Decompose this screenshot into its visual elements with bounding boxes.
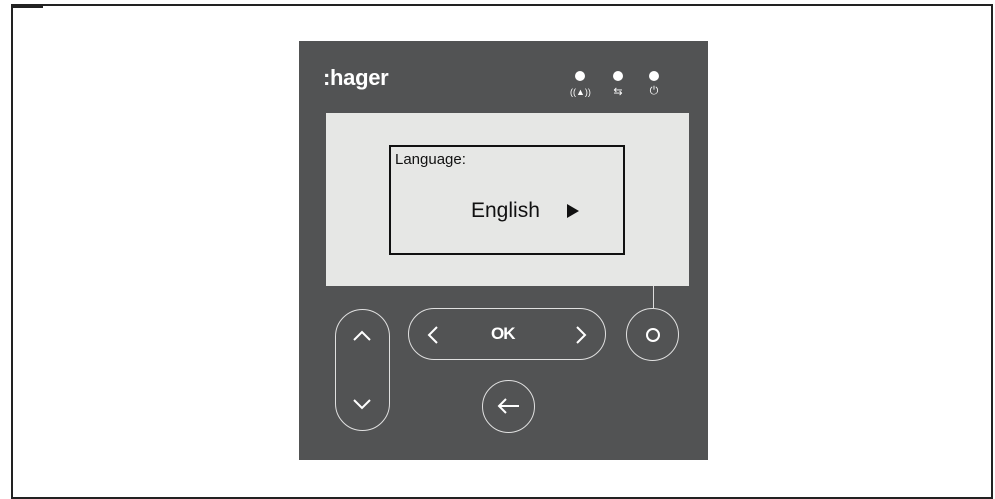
power-led [649,71,659,81]
back-button[interactable] [482,380,535,433]
chevron-down-icon[interactable] [352,398,372,412]
language-label: Language: [395,151,466,168]
lcd-window: Language: English [389,145,625,255]
chevron-up-icon[interactable] [352,328,372,342]
right-arrow-icon [567,204,579,218]
back-arrow-icon [497,398,519,414]
chevron-left-icon[interactable] [426,325,440,345]
alarm-icon: ((▲)) [570,87,591,97]
up-down-button[interactable] [335,309,390,431]
chevron-right-icon[interactable] [574,325,588,345]
frame-corner [13,6,43,8]
device-panel: :hager ((▲)) ⇆ ⏻ Language: English OK [299,41,708,460]
language-value: English [471,199,540,222]
power-icon: ⏻ [649,85,659,97]
communication-icon: ⇆ [613,86,623,98]
menu-connector-line [653,286,654,308]
circle-icon [646,328,660,342]
communication-led [613,71,623,81]
display-screen: Language: English [326,113,689,286]
navigation-bar[interactable]: OK [408,308,606,360]
menu-button[interactable] [626,308,679,361]
brand-logo: :hager [323,65,389,90]
alarm-led [575,71,585,81]
ok-button[interactable]: OK [491,324,515,344]
